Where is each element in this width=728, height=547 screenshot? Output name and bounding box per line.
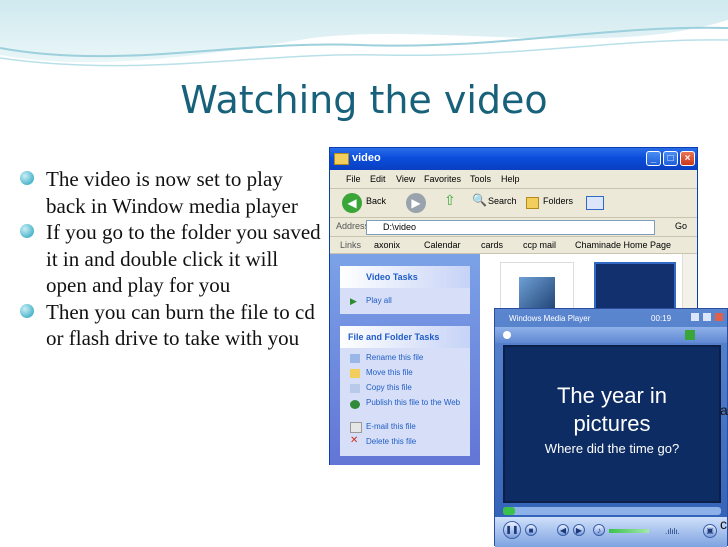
menu-help[interactable]: Help: [501, 174, 520, 184]
header-wave-decoration: [0, 0, 728, 67]
link-cards[interactable]: cards: [481, 240, 503, 250]
playback-controls: ❚❚ ■ ◀ ▶ ♪ .ılılı. ▣: [495, 517, 727, 547]
folder-icon: [334, 153, 349, 165]
menu-edit[interactable]: Edit: [370, 174, 386, 184]
globe-icon: [350, 400, 360, 409]
minimize-button[interactable]: [691, 313, 699, 321]
maximize-button[interactable]: [703, 313, 711, 321]
seek-bar[interactable]: [503, 507, 721, 515]
close-button[interactable]: [715, 313, 723, 321]
video-caption-line3: Where did the time go?: [544, 441, 680, 456]
file-tasks-header[interactable]: File and Folder Tasks: [340, 326, 470, 348]
links-label: Links: [340, 240, 362, 250]
fullscreen-icon[interactable]: ▣: [703, 524, 717, 538]
volume-slider[interactable]: [609, 529, 649, 533]
link-calendar[interactable]: Calendar: [424, 240, 461, 250]
file-tasks-panel: Rename this file Move this file Copy thi…: [340, 348, 470, 456]
close-button[interactable]: ×: [680, 151, 695, 166]
task-rename[interactable]: Rename this file: [366, 353, 423, 362]
delete-icon: ✕: [350, 435, 359, 446]
menu-tools[interactable]: Tools: [470, 174, 491, 184]
task-move[interactable]: Move this file: [366, 368, 413, 377]
search-icon[interactable]: 🔍: [472, 193, 487, 207]
previous-icon[interactable]: ◀: [557, 524, 569, 536]
pause-icon[interactable]: ❚❚: [503, 521, 521, 539]
bullet-icon: [20, 171, 34, 185]
menu-view[interactable]: View: [396, 174, 415, 184]
menu-favorites[interactable]: Favorites: [424, 174, 461, 184]
video-tasks-header[interactable]: Video Tasks: [340, 266, 470, 288]
playback-time: 00:19: [651, 314, 672, 323]
maximize-button[interactable]: □: [663, 151, 678, 166]
explorer-titlebar[interactable]: video _ □ ×: [330, 148, 697, 170]
address-input[interactable]: D:\video: [366, 220, 655, 235]
folders-icon: [526, 197, 539, 209]
media-player-taskbar: [495, 327, 727, 343]
link-axonix[interactable]: axonix: [374, 240, 400, 250]
bullet-item: The video is now set to play back in Win…: [18, 166, 323, 219]
bullet-item: If you go to the folder you saved it in …: [18, 219, 323, 299]
cropped-text-fragment: a: [720, 402, 728, 418]
bullet-list: The video is now set to play back in Win…: [18, 166, 323, 352]
links-bar: Links axonix Calendar cards ccp mail Cha…: [330, 237, 697, 254]
back-button[interactable]: Back: [366, 196, 386, 206]
stop-icon[interactable]: ■: [525, 524, 537, 536]
video-tasks-panel: ▶ Play all: [340, 288, 470, 314]
task-publish[interactable]: Publish this file to the Web: [366, 398, 466, 407]
next-icon[interactable]: ▶: [573, 524, 585, 536]
task-copy[interactable]: Copy this file: [366, 383, 412, 392]
bullet-icon: [20, 303, 34, 318]
forward-icon[interactable]: ▶: [406, 193, 426, 213]
back-icon[interactable]: ◀: [342, 193, 362, 213]
link-chaminade[interactable]: Chaminade Home Page: [575, 240, 671, 250]
address-value: D:\video: [383, 222, 417, 232]
search-button[interactable]: Search: [488, 196, 517, 206]
window-title: video: [352, 152, 381, 164]
cropped-text-fragment: c: [720, 516, 727, 532]
minimize-button[interactable]: _: [646, 151, 661, 166]
task-email[interactable]: E-mail this file: [366, 422, 416, 431]
up-folder-icon[interactable]: ⇧: [444, 192, 456, 209]
bullet-item: Then you can burn the file to cd or flas…: [18, 299, 323, 352]
bullet-icon: [20, 224, 34, 238]
copy-icon: [350, 384, 360, 393]
media-player-title: Windows Media Player: [509, 314, 591, 323]
video-caption-line2: pictures: [573, 411, 651, 436]
address-bar: Address D:\video Go: [330, 218, 697, 237]
seek-progress: [503, 507, 515, 515]
task-delete[interactable]: Delete this file: [366, 437, 416, 446]
address-label: Address: [336, 221, 370, 231]
email-icon: [350, 422, 362, 433]
media-player-titlebar[interactable]: Windows Media Player 00:19: [495, 309, 727, 327]
menu-file[interactable]: File: [346, 174, 361, 184]
move-icon: [350, 369, 360, 378]
mute-icon[interactable]: ♪: [593, 524, 605, 536]
task-pane: Video Tasks ▶ Play all File and Folder T…: [330, 254, 480, 465]
video-display[interactable]: The year in pictures Where did the time …: [503, 345, 721, 503]
slide-title: Watching the video: [180, 78, 548, 122]
toolbar: ◀ Back ▶ ⇧ 🔍 Search Folders: [330, 189, 697, 218]
views-icon[interactable]: [586, 196, 604, 210]
now-playing-icon[interactable]: [685, 330, 695, 340]
menu-bar: File Edit View Favorites Tools Help: [330, 170, 697, 189]
play-icon: ▶: [350, 296, 357, 306]
video-caption-line1: The year in: [556, 383, 668, 408]
link-ccp-mail[interactable]: ccp mail: [523, 240, 556, 250]
media-player-window: Windows Media Player 00:19 The year in p…: [494, 308, 728, 547]
task-play-all[interactable]: Play all: [366, 296, 392, 305]
visualizer-icon: .ılılı.: [665, 527, 680, 536]
rename-icon: [350, 354, 360, 363]
go-button[interactable]: Go: [675, 221, 687, 231]
folders-button[interactable]: Folders: [543, 196, 573, 206]
menu-icon[interactable]: [503, 331, 511, 339]
